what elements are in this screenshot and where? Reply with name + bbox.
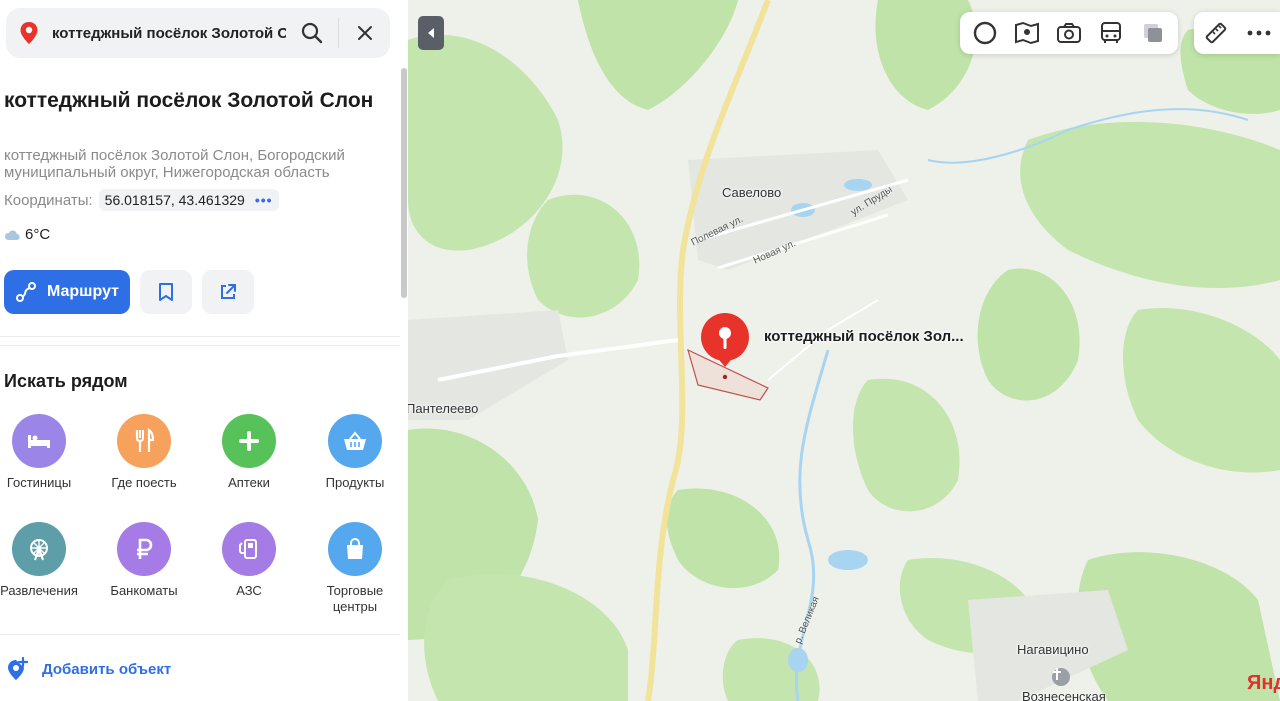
collapse-sidebar-button[interactable] [418, 16, 444, 50]
ruler-button[interactable] [1198, 15, 1234, 51]
category-label: Развлечения [0, 583, 78, 598]
category-label: Банкоматы [110, 583, 178, 598]
fuel-icon [222, 522, 276, 576]
divider [0, 634, 400, 635]
category-label: Продукты [325, 475, 385, 490]
bookmark-button[interactable] [140, 270, 192, 314]
search-bar[interactable]: коттеджный посёлок Золотой С [6, 8, 390, 58]
village-label: Пантелеево [408, 401, 479, 416]
map-tools-toolbar [1194, 12, 1280, 54]
weather: 6°C [4, 226, 50, 243]
basket-icon [328, 414, 382, 468]
coordinates-row: Координаты: 56.018157, 43.461329 ••• [4, 189, 279, 211]
sidebar: коттеджный посёлок Золотой С коттеджный … [0, 0, 408, 701]
ferris-wheel-icon [12, 522, 66, 576]
ruble-icon [117, 522, 171, 576]
ruler-icon [1205, 22, 1226, 44]
more-button[interactable] [1241, 15, 1277, 51]
search-icon[interactable] [286, 8, 338, 58]
place-marker-label[interactable]: коттеджный посёлок Зол... [764, 328, 964, 345]
action-buttons: Маршрут [4, 270, 254, 314]
coordinates-label: Координаты: [4, 191, 93, 209]
close-icon[interactable] [338, 18, 390, 48]
map-layers-toolbar [960, 12, 1178, 54]
bookmark-icon [159, 283, 173, 301]
share-button[interactable] [202, 270, 254, 314]
coordinates-text: 56.018157, 43.461329 [104, 192, 245, 208]
map-canvas[interactable]: Савелово Пантелеево Нагавицино Вознесенс… [408, 0, 1280, 701]
panorama-button[interactable] [1009, 15, 1045, 51]
village-label: Савелово [722, 185, 782, 200]
map-layer-toggle[interactable] [967, 15, 1003, 51]
category-malls[interactable]: Торговые центры [303, 522, 407, 615]
cloud-icon [4, 229, 20, 240]
route-button[interactable]: Маршрут [4, 270, 130, 314]
village-label: Вознесенская [1022, 689, 1106, 701]
route-label: Маршрут [46, 283, 120, 300]
share-icon [221, 284, 236, 299]
add-object-label: Добавить объект [42, 660, 172, 678]
add-object-button[interactable]: Добавить объект [6, 657, 171, 681]
nearby-title: Искать рядом [4, 371, 128, 391]
location-pin-icon [6, 21, 52, 45]
route-icon [15, 282, 36, 302]
brand-text: Янд [1247, 672, 1280, 694]
camera-icon [1057, 23, 1081, 43]
divider [0, 345, 400, 346]
more-dots-icon [1247, 30, 1270, 36]
coordinates-value[interactable]: 56.018157, 43.461329 ••• [98, 189, 279, 211]
church-icon[interactable] [1052, 668, 1070, 686]
category-label: Торговые центры [326, 583, 384, 614]
chevron-left-icon [428, 28, 434, 38]
map-terrain [408, 0, 1280, 701]
divider [0, 336, 400, 337]
shopping-bag-icon [328, 522, 382, 576]
category-pharmacy[interactable]: Аптеки [197, 414, 301, 491]
page-title: коттеджный посёлок Золотой Слон [4, 89, 374, 112]
category-gas-station[interactable]: АЗС [197, 522, 301, 599]
map-book-icon [1015, 21, 1039, 45]
category-atm[interactable]: Банкоматы [92, 522, 196, 599]
category-label: Гостиницы [6, 475, 72, 490]
photos-button[interactable] [1051, 15, 1087, 51]
plus-icon [222, 414, 276, 468]
village-label: Нагавицино [1017, 642, 1089, 657]
layers-icon [1144, 24, 1162, 42]
category-groceries[interactable]: Продукты [303, 414, 407, 491]
category-entertainment[interactable]: Развлечения [0, 522, 91, 599]
bus-icon [1101, 22, 1121, 43]
category-label: Где поесть [111, 475, 177, 490]
category-label: Аптеки [228, 475, 270, 490]
search-input[interactable]: коттеджный посёлок Золотой С [52, 25, 286, 42]
circle-layer-icon [973, 21, 997, 45]
category-label: АЗС [236, 583, 262, 598]
place-address: коттеджный посёлок Золотой Слон, Богород… [4, 147, 345, 181]
fork-knife-icon [117, 414, 171, 468]
brand-logo: Янд [1247, 672, 1280, 695]
layers-button[interactable] [1135, 15, 1171, 51]
temperature: 6°C [25, 226, 51, 243]
category-hotels[interactable]: Гостиницы [0, 414, 91, 491]
category-food[interactable]: Где поесть [92, 414, 196, 491]
bed-icon [12, 414, 66, 468]
transit-button[interactable] [1093, 15, 1129, 51]
more-dots-icon[interactable]: ••• [255, 192, 273, 208]
add-location-icon [8, 657, 28, 680]
place-marker[interactable] [699, 313, 751, 380]
sidebar-scrollbar[interactable] [401, 68, 407, 298]
